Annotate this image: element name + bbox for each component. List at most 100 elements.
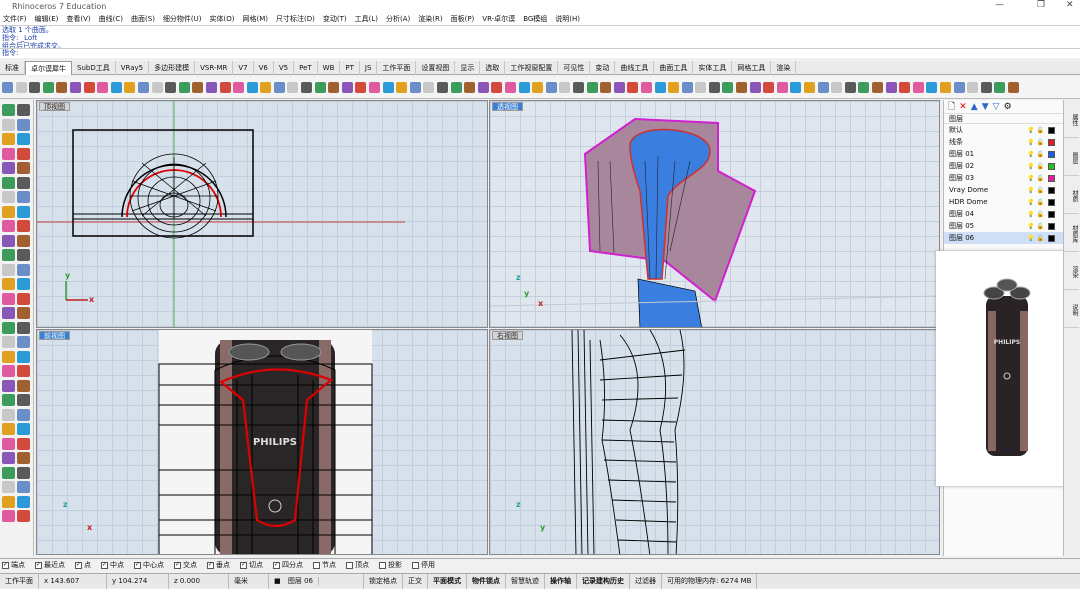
tool-icon[interactable] (2, 423, 15, 435)
toolbar-icon[interactable] (600, 82, 612, 93)
toolbar-icon[interactable] (844, 82, 856, 93)
bulb-icon[interactable]: 💡 (1027, 235, 1034, 242)
toolbar-icon[interactable] (491, 82, 503, 93)
move-down-icon[interactable]: ▼ (982, 102, 989, 112)
tool-icon[interactable] (2, 263, 15, 276)
tool-icon[interactable] (2, 379, 15, 392)
tool-icon[interactable] (2, 278, 15, 290)
osnap-2[interactable]: ✓ 点 (75, 560, 96, 570)
tool-icon[interactable] (2, 220, 15, 232)
layer-color-swatch[interactable] (1047, 126, 1055, 134)
tool-icon[interactable] (17, 162, 30, 174)
tool-icon[interactable] (17, 220, 30, 232)
right-panel-tab[interactable]: 属性 (1064, 100, 1079, 138)
tool-icon[interactable] (2, 147, 15, 160)
tool-icon[interactable] (17, 292, 30, 305)
viewport-top-label[interactable]: 顶视图 (39, 102, 70, 111)
layer-color-swatch[interactable] (1047, 234, 1055, 242)
tool-icon[interactable] (17, 249, 30, 261)
toolbar-tab[interactable]: V5 (274, 61, 295, 75)
toolbar-icon[interactable] (69, 82, 81, 93)
toolbar-icon[interactable] (967, 82, 979, 93)
menu-item[interactable]: 编辑(E) (35, 14, 59, 24)
current-layer[interactable]: ■ 图层 06 (269, 573, 364, 589)
layer-row[interactable]: Vray Dome 💡 🔓 (944, 184, 1063, 196)
toolbar-icon[interactable] (219, 82, 231, 93)
bulb-icon[interactable]: 💡 (1027, 151, 1034, 158)
toolbar-icon[interactable] (165, 82, 177, 93)
lock-icon[interactable]: 🔓 (1036, 187, 1043, 194)
toolbar-icon[interactable] (518, 82, 530, 93)
toolbar-tab[interactable]: V7 (233, 61, 254, 75)
tool-icon[interactable] (17, 307, 30, 319)
osnap-checkbox[interactable]: ✓ (174, 561, 181, 569)
layer-row[interactable]: 图层 05 💡 🔓 (944, 220, 1063, 232)
toolbar-tab[interactable]: 可见性 (558, 61, 591, 75)
tool-icon[interactable] (17, 133, 30, 145)
minimize-icon[interactable]: — (995, 0, 1004, 10)
toolbar-tab[interactable]: VRay5 (116, 61, 150, 75)
toolbar-icon[interactable] (246, 82, 258, 93)
toolbar-tab[interactable]: WB (318, 61, 341, 75)
bulb-icon[interactable]: 💡 (1027, 199, 1034, 206)
tool-icon[interactable] (2, 234, 15, 247)
toolbar-icon[interactable] (1007, 82, 1019, 93)
osnap-0[interactable]: ✓ 端点 (2, 560, 30, 570)
tool-icon[interactable] (17, 350, 30, 363)
toolbar-icon[interactable] (233, 82, 245, 93)
toolbar-icon[interactable] (994, 82, 1006, 93)
maximize-icon[interactable]: ❐ (1037, 0, 1045, 10)
mode-toggle[interactable]: 操作轴 (545, 573, 577, 589)
tool-icon[interactable] (2, 118, 15, 131)
tool-icon[interactable] (2, 481, 15, 493)
tool-icon[interactable] (2, 133, 15, 145)
menu-item[interactable]: 网格(M) (243, 14, 269, 24)
toolbar-icon[interactable] (437, 82, 448, 93)
tool-icon[interactable] (17, 423, 30, 435)
right-panel-tab[interactable]: 图层 (1064, 138, 1079, 176)
new-layer-icon[interactable]: 🗋 (948, 99, 955, 115)
osnap-checkbox[interactable] (412, 561, 419, 569)
layer-color-swatch[interactable] (1047, 150, 1055, 158)
layer-color-swatch[interactable] (1047, 138, 1055, 146)
toolbar-icon[interactable] (273, 82, 285, 93)
tool-icon[interactable] (2, 336, 15, 348)
mode-toggle[interactable]: 智慧轨迹 (506, 573, 545, 589)
tool-icon[interactable] (2, 408, 15, 421)
bulb-icon[interactable]: 💡 (1027, 211, 1034, 218)
menu-item[interactable]: 实体(O) (210, 14, 235, 24)
toolbar-tab[interactable]: 工作视窗配置 (505, 61, 559, 75)
lock-icon[interactable]: 🔓 (1036, 199, 1043, 206)
osnap-checkbox[interactable] (346, 561, 353, 569)
toolbar-icon[interactable] (613, 82, 625, 93)
mode-toggle[interactable]: 平面模式 (428, 573, 467, 589)
tool-icon[interactable] (17, 191, 30, 203)
layer-row[interactable]: 图层 06 💡 🔓 (944, 232, 1063, 244)
render-preview-window[interactable]: PHILIPS (936, 251, 1080, 486)
menu-item[interactable]: 渲染(R) (418, 14, 442, 24)
menu-item[interactable]: 查看(V) (66, 14, 90, 24)
toolbar-icon[interactable] (858, 82, 870, 93)
toolbar-icon[interactable] (545, 82, 557, 93)
move-up-icon[interactable]: ▲ (971, 102, 978, 112)
toolbar-icon[interactable] (260, 82, 272, 93)
osnap-10[interactable]: 顶点 (346, 560, 374, 570)
tool-icon[interactable] (17, 408, 30, 421)
toolbar-icon[interactable] (681, 82, 693, 93)
toolbar-icon[interactable] (301, 82, 313, 93)
bulb-icon[interactable]: 💡 (1027, 139, 1034, 146)
toolbar-icon[interactable] (124, 82, 136, 93)
viewport-front[interactable]: 前视图 PHILIPS z x (36, 329, 488, 555)
toolbar-icon[interactable] (640, 82, 652, 93)
osnap-3[interactable]: ✓ 中点 (101, 560, 129, 570)
toolbar-icon[interactable] (97, 82, 109, 93)
osnap-9[interactable]: 节点 (313, 560, 341, 570)
cplane-label[interactable]: 工作平面 (0, 573, 39, 589)
tool-icon[interactable] (2, 350, 15, 363)
viewport-right-label[interactable]: 右视图 (492, 331, 523, 340)
menu-item[interactable]: 文件(F) (3, 14, 27, 24)
tool-icon[interactable] (17, 278, 30, 290)
toolbar-icon[interactable] (532, 82, 544, 93)
layer-row[interactable]: 线条 💡 🔓 (944, 136, 1063, 148)
toolbar-icon[interactable] (899, 82, 911, 93)
